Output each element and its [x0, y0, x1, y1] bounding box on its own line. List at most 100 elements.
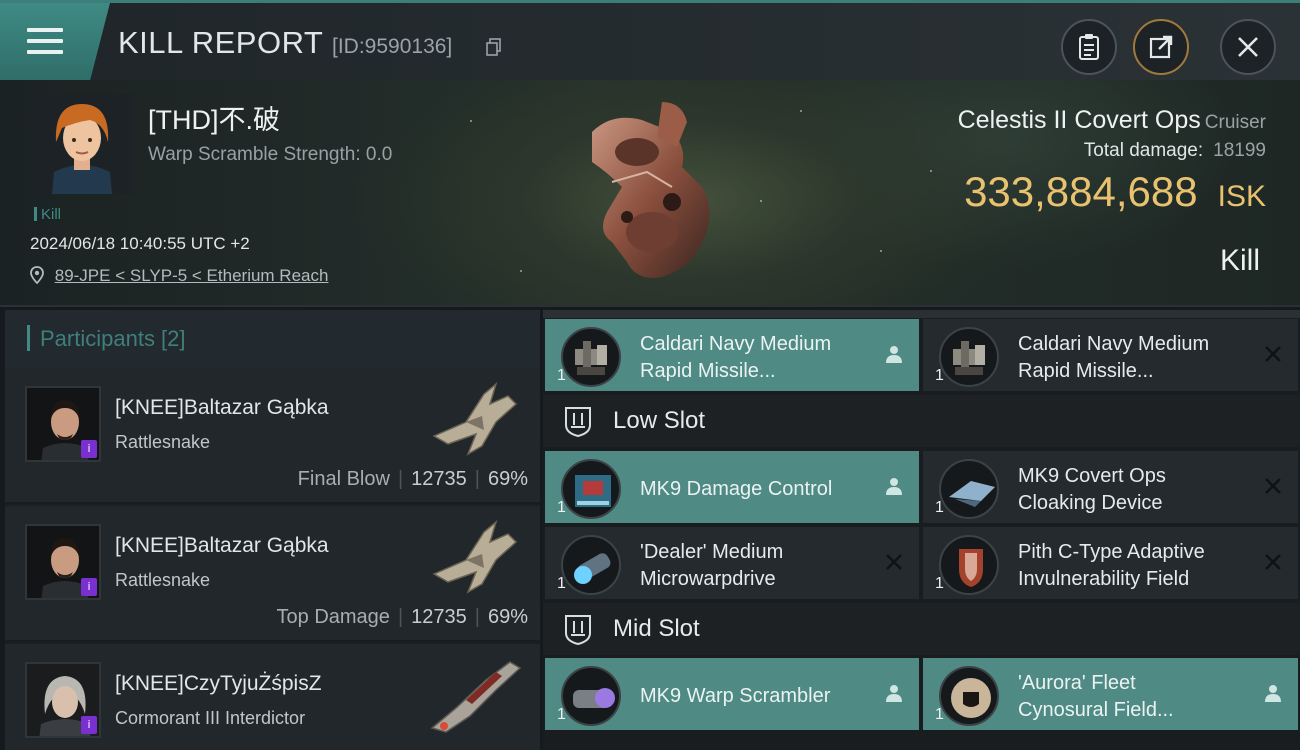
page-title: KILL REPORT — [118, 25, 324, 60]
participant-row[interactable]: i [KNEE]Baltazar Gąbka Rattlesnake Top D… — [5, 506, 540, 642]
module-quantity: 1 — [935, 706, 944, 723]
participants-header: Participants [2] — [5, 310, 540, 368]
victim-ship-image[interactable] — [552, 92, 742, 292]
warp-scramble-strength: Warp Scramble Strength: 0.0 — [148, 144, 393, 165]
header-bar: KILL REPORT [ID:9590136] — [0, 0, 1300, 80]
avatar: i — [25, 662, 101, 738]
victim-summary: [THD]不.破 Warp Scramble Strength: 0.0 Kil… — [0, 80, 1300, 307]
participant-row[interactable]: i [KNEE]CzyTyjuŻśpisZ Cormorant III Inte… — [5, 644, 540, 750]
missile-launcher-icon — [939, 327, 999, 387]
total-damage-value: 18199 — [1213, 140, 1266, 161]
isk-value: 333,884,688 ISK — [964, 168, 1266, 216]
close-icon — [1238, 37, 1258, 57]
module-item[interactable]: 1 'Aurora' Fleet Cynosural Field... — [923, 658, 1298, 730]
kill-tag: Kill — [34, 206, 61, 223]
module-item[interactable]: 1 MK9 Covert Ops Cloaking Device — [923, 451, 1298, 523]
participant-percent: 69% — [487, 468, 528, 490]
module-item[interactable]: 1 MK9 Damage Control — [545, 451, 919, 523]
module-quantity: 1 — [935, 575, 944, 592]
module-name: 'Dealer' Medium Microwarpdrive — [640, 541, 784, 590]
total-damage-label: Total damage: — [1083, 140, 1204, 161]
pilot-icon — [886, 478, 902, 495]
rattlesnake-ship-icon — [432, 519, 518, 594]
menu-button[interactable] — [0, 3, 110, 80]
module-quantity: 1 — [557, 499, 566, 516]
destroyed-icon — [886, 554, 902, 570]
module-item[interactable]: 1 Caldari Navy Medium Rapid Missile... — [545, 319, 919, 391]
low-slot-icon — [565, 407, 591, 437]
destroyed-icon — [1265, 478, 1281, 494]
fitting-panel: 1 Caldari Navy Medium Rapid Missile... 1 … — [543, 310, 1300, 750]
rank-badge: i — [81, 578, 97, 596]
kill-location[interactable]: 89-JPE < SLYP-5 < Etherium Reach — [30, 266, 328, 286]
participant-role: Final Blow — [297, 468, 390, 490]
module-quantity: 1 — [557, 367, 566, 384]
participant-name[interactable]: [KNEE]Baltazar Gąbka — [115, 396, 329, 420]
cloaking-device-icon — [939, 459, 999, 519]
warp-scrambler-icon — [561, 666, 621, 726]
location-link[interactable]: 89-JPE < SLYP-5 < Etherium Reach — [55, 266, 329, 285]
module-name: 'Aurora' Fleet Cynosural Field... — [1018, 672, 1174, 721]
pilot-icon — [886, 685, 902, 702]
module-name: MK9 Covert Ops Cloaking Device — [1018, 465, 1166, 514]
mid-slot-icon — [565, 615, 591, 645]
total-damage: Total damage: 18199 — [1084, 140, 1266, 162]
module-name: Pith C-Type Adaptive Invulnerability Fiel… — [1018, 541, 1205, 590]
avatar: i — [25, 524, 101, 600]
destroyed-icon — [1265, 346, 1281, 362]
participant-ship: Rattlesnake — [115, 432, 211, 452]
microwarpdrive-icon — [561, 535, 621, 595]
isk-unit: ISK — [1217, 180, 1266, 213]
participants-panel: Participants [2] i [KNEE]Baltazar Gąbka … — [5, 310, 540, 750]
module-quantity: 1 — [935, 499, 944, 516]
avatar-icon — [32, 94, 132, 194]
ship-class: Cruiser — [1204, 112, 1266, 133]
rank-badge: i — [81, 716, 97, 734]
ship-name[interactable]: Celestis II Covert Ops Cruiser — [958, 106, 1266, 135]
participant-row[interactable]: i [KNEE]Baltazar Gąbka Rattlesnake Final… — [5, 368, 540, 504]
close-button[interactable] — [1220, 19, 1276, 75]
module-quantity: 1 — [557, 706, 566, 723]
module-name: MK9 Warp Scrambler — [640, 685, 831, 707]
victim-portrait[interactable] — [32, 94, 132, 194]
kill-datetime: 2024/06/18 10:40:55 UTC +2 — [30, 234, 250, 253]
hamburger-icon — [27, 28, 63, 54]
module-quantity: 1 — [935, 367, 944, 384]
clipboard-icon — [1079, 34, 1099, 60]
mid-slot-label: Mid Slot — [613, 615, 700, 642]
module-name: MK9 Damage Control — [640, 478, 833, 500]
avatar: i — [25, 386, 101, 462]
copy-icon[interactable] — [486, 38, 502, 56]
participant-name[interactable]: [KNEE]Baltazar Gąbka — [115, 534, 329, 558]
module-name: Caldari Navy Medium Rapid Missile... — [1018, 333, 1210, 382]
ship-type-name: Celestis II Covert Ops — [957, 106, 1201, 134]
isk-amount: 333,884,688 — [964, 168, 1198, 215]
module-quantity: 1 — [557, 575, 566, 592]
report-id: [ID:9590136] — [332, 35, 453, 58]
result-label: Kill — [1219, 244, 1260, 277]
module-item[interactable]: 1 MK9 Warp Scrambler — [545, 658, 919, 730]
participant-role: Top Damage — [276, 606, 390, 628]
invulnerability-field-icon — [939, 535, 999, 595]
participant-ship: Cormorant III Interdictor — [115, 708, 306, 728]
clipboard-button[interactable] — [1061, 19, 1117, 75]
share-button[interactable] — [1133, 19, 1189, 75]
cynosural-field-icon — [939, 666, 999, 726]
low-slot-label: Low Slot — [613, 407, 706, 434]
participants-label: Participants [2] — [40, 326, 186, 351]
participant-name[interactable]: [KNEE]CzyTyjuŻśpisZ — [115, 672, 322, 696]
module-item[interactable]: 1 Caldari Navy Medium Rapid Missile... — [923, 319, 1298, 391]
participant-percent: 69% — [487, 606, 528, 628]
participant-damage: 12735 — [411, 606, 467, 628]
module-item[interactable]: 1 'Dealer' Medium Microwarpdrive — [545, 527, 919, 599]
victim-name[interactable]: [THD]不.破 — [148, 98, 280, 137]
module-name: Caldari Navy Medium Rapid Missile... — [640, 333, 832, 382]
share-icon — [1149, 35, 1173, 59]
mid-slot-header: Mid Slot — [543, 603, 1300, 655]
pilot-icon — [886, 346, 902, 363]
module-item[interactable]: 1 Pith C-Type Adaptive Invulnerability Fi… — [923, 527, 1298, 599]
low-slot-header: Low Slot — [543, 395, 1300, 447]
rattlesnake-ship-icon — [432, 381, 518, 456]
participant-stats: Final Blow | 12735 | 69% — [297, 468, 528, 490]
rank-badge: i — [81, 440, 97, 458]
